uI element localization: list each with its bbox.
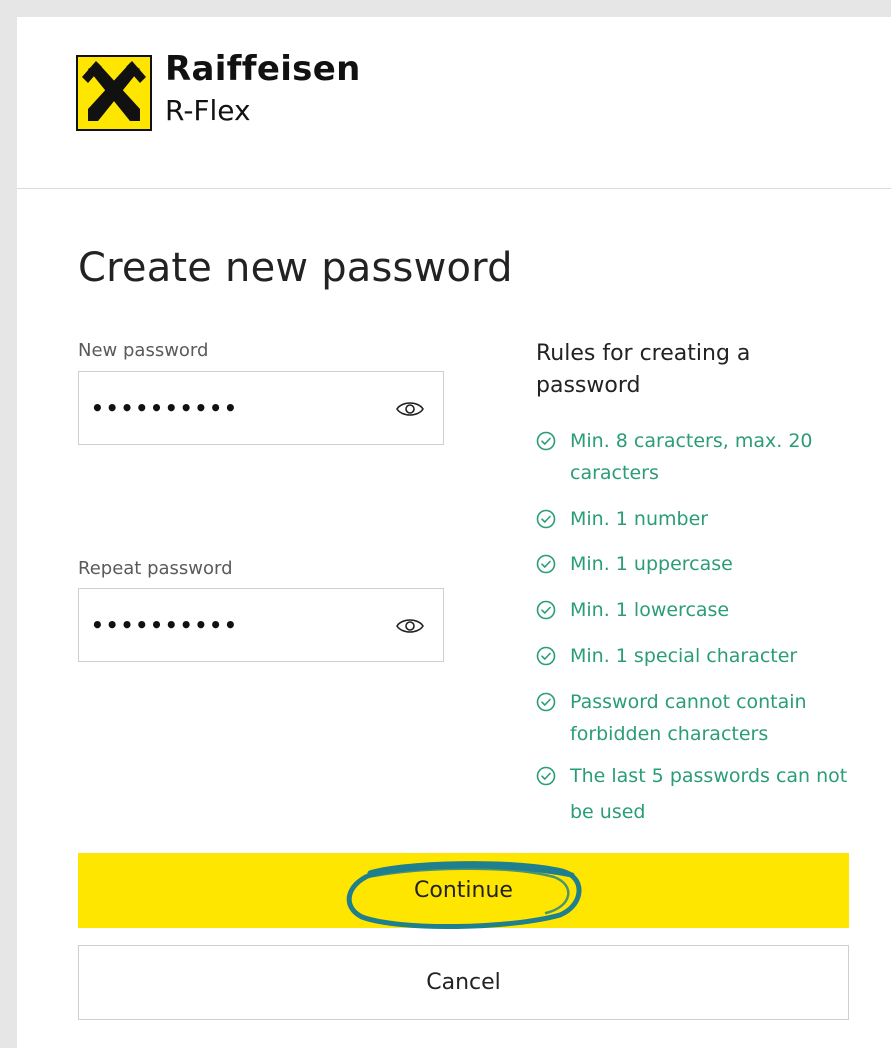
rule-item: Min. 1 uppercase [536, 548, 866, 580]
rule-item: The last 5 passwords can not be used [536, 758, 866, 830]
repeat-password-input[interactable] [91, 609, 371, 641]
check-circle-icon [536, 646, 556, 666]
page-title: Create new password [78, 245, 513, 291]
eye-icon[interactable] [395, 397, 425, 421]
new-password-field [78, 371, 444, 445]
repeat-password-field [78, 588, 444, 662]
rule-label: Min. 1 number [570, 508, 709, 530]
raiffeisen-logo-icon [76, 55, 152, 131]
brand-name: Raiffeisen [165, 49, 361, 89]
password-card: Raiffeisen R-Flex Create new password Ne… [17, 17, 891, 1048]
rule-label: Min. 8 caracters, max. 20 caracters [570, 430, 813, 484]
check-circle-icon [536, 431, 556, 451]
new-password-input[interactable] [91, 392, 371, 424]
new-password-label: New password [78, 340, 209, 361]
rule-item: Password cannot contain forbidden charac… [536, 686, 866, 750]
rule-label: Min. 1 special character [570, 645, 798, 667]
continue-button[interactable]: Continue [78, 853, 849, 930]
eye-icon[interactable] [395, 614, 425, 638]
rule-item: Min. 1 special character [536, 640, 866, 672]
rule-label: The last 5 passwords can not be used [570, 765, 848, 823]
rules-list: Min. 8 caracters, max. 20 caracters Min.… [536, 425, 866, 830]
check-circle-icon [536, 554, 556, 574]
rules-title: Rules for creating a password [536, 341, 751, 398]
check-circle-icon [536, 509, 556, 529]
cancel-button[interactable]: Cancel [78, 945, 849, 1020]
check-circle-icon [536, 692, 556, 712]
rule-label: Password cannot contain forbidden charac… [570, 691, 807, 745]
rule-item: Min. 1 number [536, 503, 866, 535]
check-circle-icon [536, 766, 556, 786]
product-name: R-Flex [165, 94, 251, 127]
check-circle-icon [536, 600, 556, 620]
rule-label: Min. 1 uppercase [570, 553, 733, 575]
rule-item: Min. 1 lowercase [536, 594, 866, 626]
rule-item: Min. 8 caracters, max. 20 caracters [536, 425, 866, 489]
repeat-password-label: Repeat password [78, 558, 233, 579]
header: Raiffeisen R-Flex [17, 17, 891, 189]
rule-label: Min. 1 lowercase [570, 599, 730, 621]
continue-label: Continue [414, 878, 513, 903]
